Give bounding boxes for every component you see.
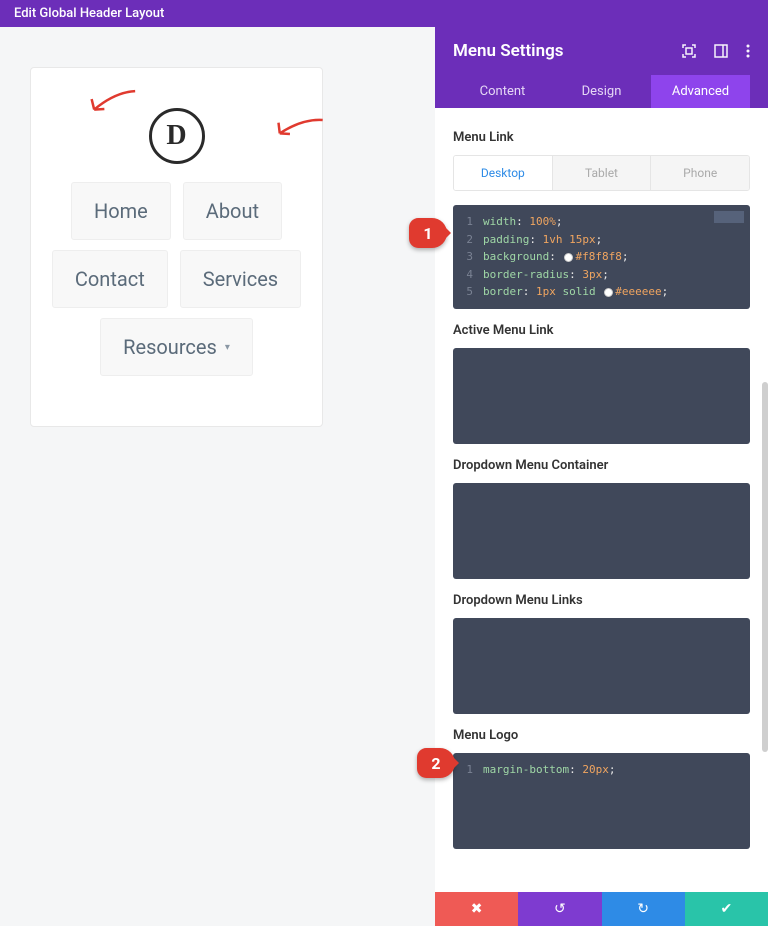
confirm-button[interactable]: ✔ xyxy=(685,892,768,926)
settings-panel: Menu Settings Content Design Advanced Me… xyxy=(435,27,768,926)
tab-content[interactable]: Content xyxy=(453,75,552,108)
tab-design[interactable]: Design xyxy=(552,75,651,108)
action-bar: ✖ ↺ ↻ ✔ xyxy=(435,892,768,926)
panel-tabs: Content Design Advanced xyxy=(453,75,750,108)
cursor-block-icon xyxy=(714,211,744,223)
panel-body: Menu Link Desktop Tablet Phone 1width: 1… xyxy=(435,108,768,892)
redo-icon: ↻ xyxy=(637,901,649,917)
undo-button[interactable]: ↺ xyxy=(518,892,601,926)
css-editor-menu-logo[interactable]: 1margin-bottom: 20px; xyxy=(453,753,750,849)
focus-icon[interactable] xyxy=(682,44,696,58)
annotation-arrow-icon xyxy=(271,107,325,156)
panel-header: Menu Settings Content Design Advanced xyxy=(435,27,768,108)
dock-icon[interactable] xyxy=(714,44,728,58)
close-icon: ✖ xyxy=(471,901,483,917)
callout-badge-2: 2 xyxy=(417,748,455,778)
css-editor-active-menu-link[interactable] xyxy=(453,348,750,444)
label-menu-link: Menu Link xyxy=(453,130,750,145)
logo-circle: D xyxy=(149,108,205,164)
css-editor-menu-link[interactable]: 1width: 100%; 2padding: 1vh 15px; 3backg… xyxy=(453,205,750,309)
css-editor-dropdown-container[interactable] xyxy=(453,483,750,579)
menu-wrap: Home About Contact Services Resources ▾ xyxy=(41,182,312,376)
top-bar: Edit Global Header Layout xyxy=(0,0,768,27)
workspace: D Home About Contact Services Resources … xyxy=(0,27,768,926)
undo-icon: ↺ xyxy=(554,901,566,917)
redo-button[interactable]: ↻ xyxy=(602,892,685,926)
annotation-arrow-icon xyxy=(87,83,138,127)
label-dropdown-links: Dropdown Menu Links xyxy=(453,593,750,608)
menu-item-contact[interactable]: Contact xyxy=(52,250,168,308)
canvas-side: D Home About Contact Services Resources … xyxy=(0,27,435,926)
logo-letter: D xyxy=(166,120,186,152)
logo-wrap: D xyxy=(149,108,205,164)
header-preview: D Home About Contact Services Resources … xyxy=(30,67,323,427)
menu-item-about[interactable]: About xyxy=(183,182,282,240)
menu-item-services[interactable]: Services xyxy=(180,250,301,308)
device-tab-phone[interactable]: Phone xyxy=(650,156,749,190)
check-icon: ✔ xyxy=(721,901,733,917)
css-editor-dropdown-links[interactable] xyxy=(453,618,750,714)
tab-advanced[interactable]: Advanced xyxy=(651,75,750,108)
label-dropdown-container: Dropdown Menu Container xyxy=(453,458,750,473)
cancel-button[interactable]: ✖ xyxy=(435,892,518,926)
panel-title: Menu Settings xyxy=(453,41,564,61)
top-bar-title: Edit Global Header Layout xyxy=(14,6,164,21)
callout-badge-1: 1 xyxy=(409,218,447,248)
chevron-down-icon: ▾ xyxy=(225,342,230,353)
kebab-icon[interactable] xyxy=(746,44,750,58)
menu-item-resources[interactable]: Resources ▾ xyxy=(100,318,253,376)
label-active-menu-link: Active Menu Link xyxy=(453,323,750,338)
color-swatch-icon xyxy=(564,253,573,262)
device-tab-desktop[interactable]: Desktop xyxy=(454,156,552,190)
scrollbar[interactable] xyxy=(762,382,768,752)
device-tab-tablet[interactable]: Tablet xyxy=(552,156,651,190)
menu-item-home[interactable]: Home xyxy=(71,182,171,240)
label-menu-logo: Menu Logo xyxy=(453,728,750,743)
device-tabs: Desktop Tablet Phone xyxy=(453,155,750,191)
color-swatch-icon xyxy=(604,288,613,297)
